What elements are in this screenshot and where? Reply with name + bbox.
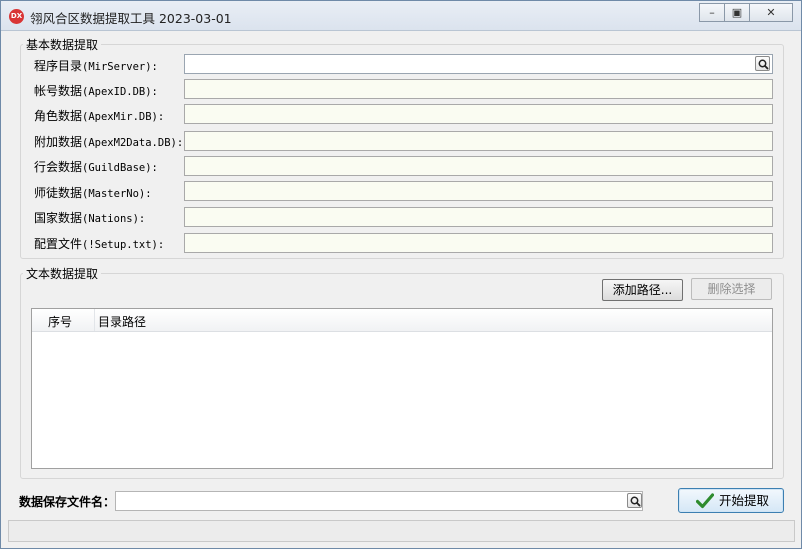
mirserver-path-input[interactable] [184, 54, 773, 74]
delete-selection-button[interactable]: 删除选择 [691, 278, 772, 300]
row-label-code: (MirServer): [82, 61, 158, 73]
app-icon: DX [9, 9, 24, 24]
save-filename-label: 数据保存文件名： [19, 495, 116, 509]
title-bar[interactable]: DX 翎风合区数据提取工具 2023-03-01 – ▣ ✕ [1, 1, 801, 31]
row-label-text: 行会数据 [34, 160, 83, 174]
status-bar [8, 520, 795, 542]
character-data-field[interactable] [184, 104, 773, 124]
browse-save-file-button[interactable] [627, 493, 642, 508]
check-icon [696, 493, 714, 509]
path-list[interactable]: 序号 目录路径 [31, 308, 773, 469]
text-data-title: 文本数据提取 [23, 265, 102, 282]
account-data-field[interactable] [184, 79, 773, 99]
search-icon [630, 496, 641, 507]
window-title: 翎风合区数据提取工具 2023-03-01 [30, 11, 232, 26]
row-label-setup: 配置文件(!Setup.txt): [34, 235, 164, 252]
list-header: 序号 目录路径 [32, 309, 772, 332]
save-filename-input[interactable] [115, 491, 643, 511]
extra-data-field[interactable] [184, 131, 773, 151]
row-label-code: (ApexMir.DB): [82, 111, 165, 123]
row-label-text: 国家数据 [34, 211, 83, 225]
row-label-text: 附加数据 [34, 135, 83, 149]
maximize-icon: ▣ [731, 6, 743, 19]
maximize-button[interactable]: ▣ [724, 3, 750, 22]
row-label-nations: 国家数据(Nations): [34, 209, 145, 226]
browse-mirserver-button[interactable] [755, 56, 770, 71]
row-label-code: (ApexM2Data.DB): [82, 137, 184, 149]
setup-file-field[interactable] [184, 233, 773, 253]
row-label-character: 角色数据(ApexMir.DB): [34, 107, 164, 124]
row-label-code: (GuildBase): [82, 162, 158, 174]
row-label-code: (!Setup.txt): [82, 239, 165, 251]
row-label-text: 角色数据 [34, 109, 83, 123]
minimize-button[interactable]: – [699, 3, 725, 22]
row-label-text: 程序目录 [34, 59, 83, 73]
guild-data-field[interactable] [184, 156, 773, 176]
row-label-text: 配置文件 [34, 237, 83, 251]
column-header-index[interactable]: 序号 [48, 313, 72, 330]
row-label-text: 帐号数据 [34, 84, 83, 98]
row-label-master: 师徒数据(MasterNo): [34, 184, 152, 201]
column-header-path[interactable]: 目录路径 [98, 313, 146, 330]
row-label-guild: 行会数据(GuildBase): [34, 158, 158, 175]
row-label-code: (Nations): [82, 213, 146, 225]
add-path-button[interactable]: 添加路径... [602, 279, 683, 301]
window-controls: – ▣ ✕ [699, 3, 793, 24]
close-icon: ✕ [766, 6, 776, 19]
start-extract-button[interactable]: 开始提取 [678, 488, 784, 513]
basic-data-title: 基本数据提取 [23, 36, 102, 53]
row-label-account: 帐号数据(ApexID.DB): [34, 82, 158, 99]
row-label-text: 师徒数据 [34, 186, 83, 200]
search-icon [758, 59, 769, 70]
nations-data-field[interactable] [184, 207, 773, 227]
row-label-extra: 附加数据(ApexM2Data.DB): [34, 133, 183, 150]
minimize-icon: – [709, 6, 715, 19]
row-label-code: (ApexID.DB): [82, 86, 158, 98]
close-button[interactable]: ✕ [749, 3, 793, 22]
column-divider[interactable] [94, 309, 95, 331]
main-window: DX 翎风合区数据提取工具 2023-03-01 – ▣ ✕ 基本数据提取 程序… [0, 0, 802, 549]
master-data-field[interactable] [184, 181, 773, 201]
row-label-code: (MasterNo): [82, 188, 152, 200]
start-extract-label: 开始提取 [719, 493, 770, 508]
row-label-mirserver: 程序目录(MirServer): [34, 57, 158, 74]
